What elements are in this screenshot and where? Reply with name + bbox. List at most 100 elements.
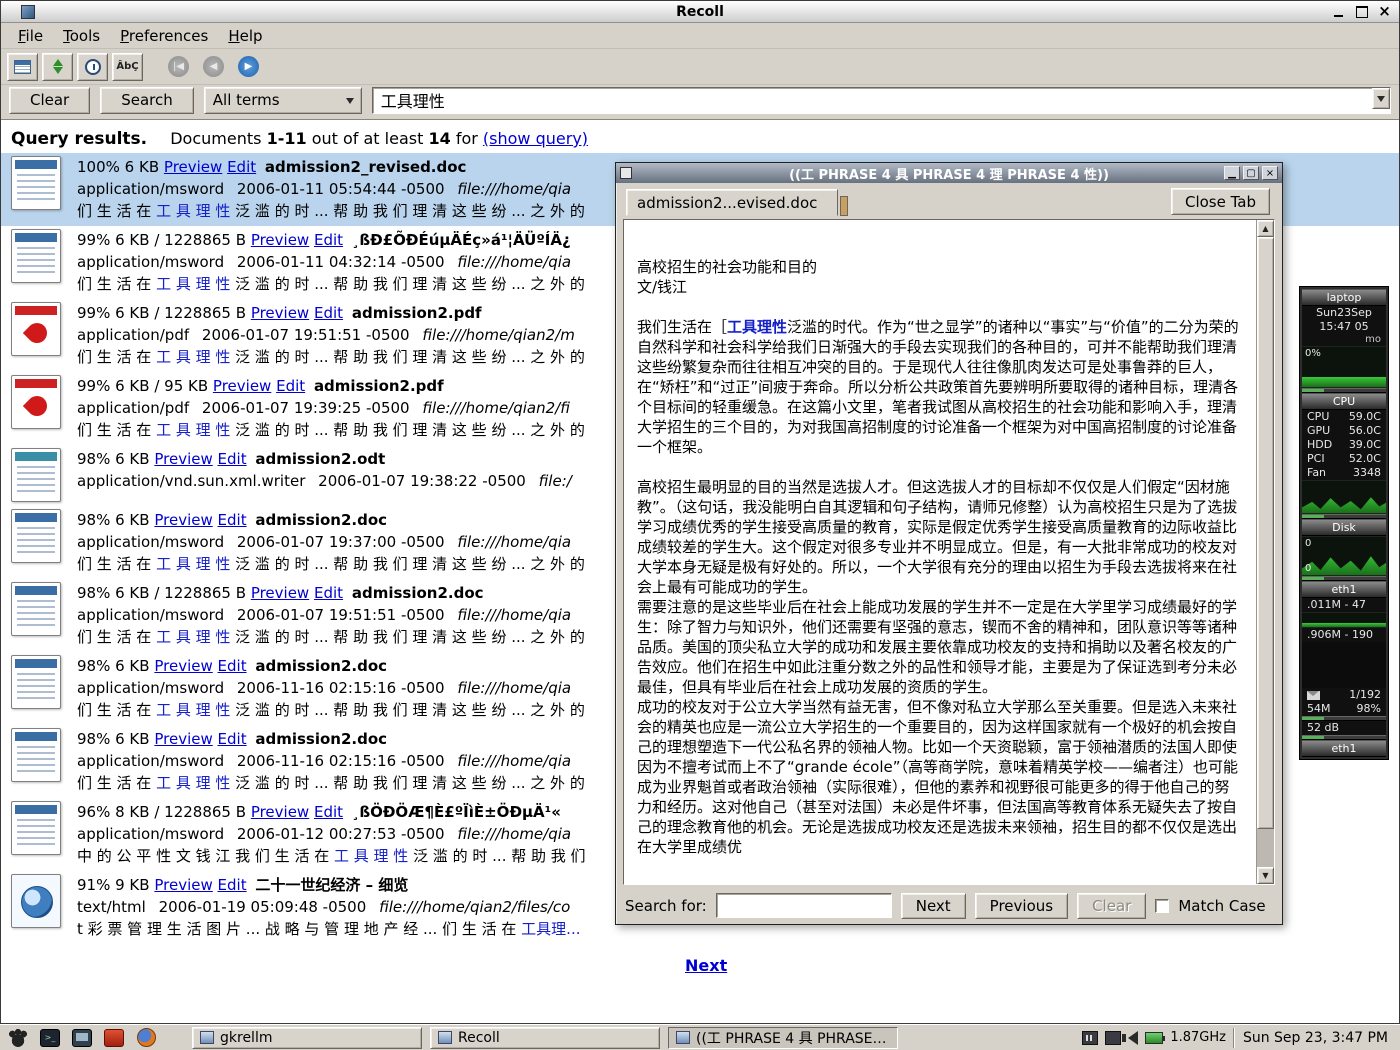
page-first-button[interactable]: |◀ — [163, 53, 194, 81]
result-edit-link[interactable]: Edit — [218, 511, 247, 529]
search-bar: Clear Search All terms — [1, 85, 1399, 119]
keyboard-layout-icon[interactable] — [1082, 1031, 1098, 1045]
menu-help[interactable]: Help — [219, 25, 271, 47]
result-title: admission2.pdf — [352, 304, 482, 322]
search-button[interactable]: Search — [100, 87, 194, 114]
task-recoll[interactable]: Recoll — [430, 1027, 660, 1049]
close-tab-button[interactable]: Close Tab — [1171, 188, 1270, 215]
battery-icon[interactable] — [1145, 1032, 1163, 1044]
app-launcher[interactable] — [102, 1027, 126, 1049]
match-case-checkbox[interactable] — [1155, 899, 1169, 913]
page-previous-button[interactable]: ◀ — [198, 53, 229, 81]
menu-preferences[interactable]: Preferences — [111, 25, 217, 47]
close-icon[interactable] — [1376, 4, 1393, 19]
result-edit-link[interactable]: Edit — [218, 657, 247, 675]
result-edit-link[interactable]: Edit — [218, 450, 247, 468]
net-rx: .011M - 47 — [1307, 598, 1366, 612]
result-preview-link[interactable]: Preview — [213, 377, 271, 395]
browser-launcher[interactable] — [134, 1027, 158, 1049]
scrollbar-thumb[interactable] — [1257, 237, 1274, 829]
cpu-frequency: 1.87GHz — [1170, 1030, 1226, 1045]
next-page-link[interactable]: Next — [685, 956, 727, 975]
preview-text: 高校招生的社会功能和目的文/钱江我们生活在［工具理性泛滥的时代。作为“世之显学”… — [624, 220, 1256, 884]
volume-icon[interactable] — [1128, 1031, 1138, 1045]
gkrellm-time: 15:47 05 — [1302, 320, 1386, 334]
result-mime: application/msword — [77, 679, 224, 697]
search-mode-combo[interactable]: All terms — [204, 87, 362, 114]
result-preview-link[interactable]: Preview — [154, 450, 212, 468]
search-history-arrow-icon[interactable] — [1372, 88, 1390, 109]
task-gkrellm[interactable]: gkrellm — [192, 1027, 422, 1049]
gkrellm-cpu-header: CPU — [1302, 393, 1386, 410]
fan-row: Fan3348 — [1302, 466, 1386, 480]
preview-tab[interactable]: admission2...evised.doc — [626, 189, 838, 216]
sort-arrows-icon — [53, 59, 63, 74]
result-title: admission2.pdf — [314, 377, 444, 395]
result-edit-link[interactable]: Edit — [314, 231, 343, 249]
task-icon — [438, 1031, 452, 1044]
result-edit-link[interactable]: Edit — [276, 377, 305, 395]
sort-button[interactable] — [42, 53, 73, 81]
find-next-button[interactable]: Next — [901, 893, 966, 919]
term-explorer-button[interactable]: ÂbÇ — [112, 53, 143, 81]
mail-count: 1/192 — [1349, 688, 1381, 702]
preview-paragraph: 高校招生最明显的目的当然是选拔人才。但这选拔人才的目标却不仅仅是人们假定“因材施… — [637, 477, 1244, 597]
find-previous-button[interactable]: Previous — [975, 893, 1068, 919]
preview-paragraph: 我们生活在［工具理性泛滥的时代。作为“世之显学”的诸种以“事实”与“价值”的二分… — [637, 317, 1244, 457]
result-preview-link[interactable]: Preview — [251, 803, 309, 821]
screen-launcher[interactable] — [70, 1027, 94, 1049]
result-preview-link[interactable]: Preview — [154, 730, 212, 748]
show-desktop-button[interactable] — [6, 1027, 30, 1049]
terminal-launcher[interactable] — [38, 1027, 62, 1049]
find-clear-button[interactable]: Clear — [1077, 893, 1146, 919]
search-input[interactable] — [373, 88, 1372, 113]
clear-button[interactable]: Clear — [9, 87, 90, 114]
result-preview-link[interactable]: Preview — [154, 511, 212, 529]
result-preview-link[interactable]: Preview — [251, 231, 309, 249]
scroll-up-icon[interactable]: ▲ — [1257, 220, 1274, 237]
result-mime: application/msword — [77, 825, 224, 843]
main-titlebar[interactable]: Recoll — [1, 1, 1399, 23]
history-button[interactable] — [77, 53, 108, 81]
result-preview-link[interactable]: Preview — [251, 584, 309, 602]
scroll-down-icon[interactable]: ▼ — [1257, 867, 1274, 884]
preview-titlebar[interactable]: ((工 PHRASE 4 具 PHRASE 4 理 PHRASE 4 性)) ▁… — [616, 163, 1282, 183]
page-next-button[interactable]: ▶ — [233, 53, 264, 81]
result-edit-link[interactable]: Edit — [314, 803, 343, 821]
result-mime: text/html — [77, 898, 146, 916]
doc-file-icon — [11, 156, 61, 210]
result-score: 98% — [77, 450, 110, 468]
result-preview-link[interactable]: Preview — [251, 304, 309, 322]
result-url: file:///home/qia — [457, 180, 571, 198]
pdf-file-icon — [11, 302, 61, 356]
result-url: file:///home/qian2/m — [422, 326, 574, 344]
preview-close-icon[interactable]: × — [1262, 166, 1278, 180]
task-preview-window[interactable]: ((工 PHRASE 4 具 PHRASE ... — [668, 1027, 898, 1049]
minimize-icon[interactable] — [1330, 4, 1347, 19]
result-score: 98% — [77, 584, 110, 602]
result-score: 99% — [77, 304, 110, 322]
preview-maximize-icon[interactable]: ▢ — [1243, 166, 1259, 180]
result-score: 91% — [77, 876, 110, 894]
result-preview-link[interactable]: Preview — [154, 876, 212, 894]
result-preview-link[interactable]: Preview — [154, 657, 212, 675]
result-edit-link[interactable]: Edit — [218, 876, 247, 894]
show-query-link[interactable]: (show query) — [483, 129, 588, 148]
result-abstract: 们 生 活 在 工 具 理 性 泛 滥 的 时 ... 帮 助 我 们 理 清 … — [77, 419, 585, 441]
result-edit-link[interactable]: Edit — [314, 304, 343, 322]
cpu-usage-chart: 0% — [1302, 346, 1386, 388]
result-table-button[interactable] — [7, 53, 38, 81]
tray-app-icon[interactable] — [1105, 1031, 1121, 1045]
result-edit-link[interactable]: Edit — [314, 584, 343, 602]
preview-minimize-icon[interactable]: ▁ — [1224, 166, 1240, 180]
preview-find-input[interactable] — [717, 894, 891, 917]
result-date: 2006-01-19 05:09:48 -0500 — [159, 898, 367, 916]
result-edit-link[interactable]: Edit — [218, 730, 247, 748]
menu-file[interactable]: File — [9, 25, 52, 47]
result-preview-link[interactable]: Preview — [164, 158, 222, 176]
menu-tools[interactable]: Tools — [54, 25, 109, 47]
maximize-icon[interactable] — [1353, 4, 1370, 19]
preview-scrollbar[interactable]: ▲ ▼ — [1256, 220, 1274, 884]
tab-handle[interactable] — [840, 196, 848, 216]
result-edit-link[interactable]: Edit — [227, 158, 256, 176]
